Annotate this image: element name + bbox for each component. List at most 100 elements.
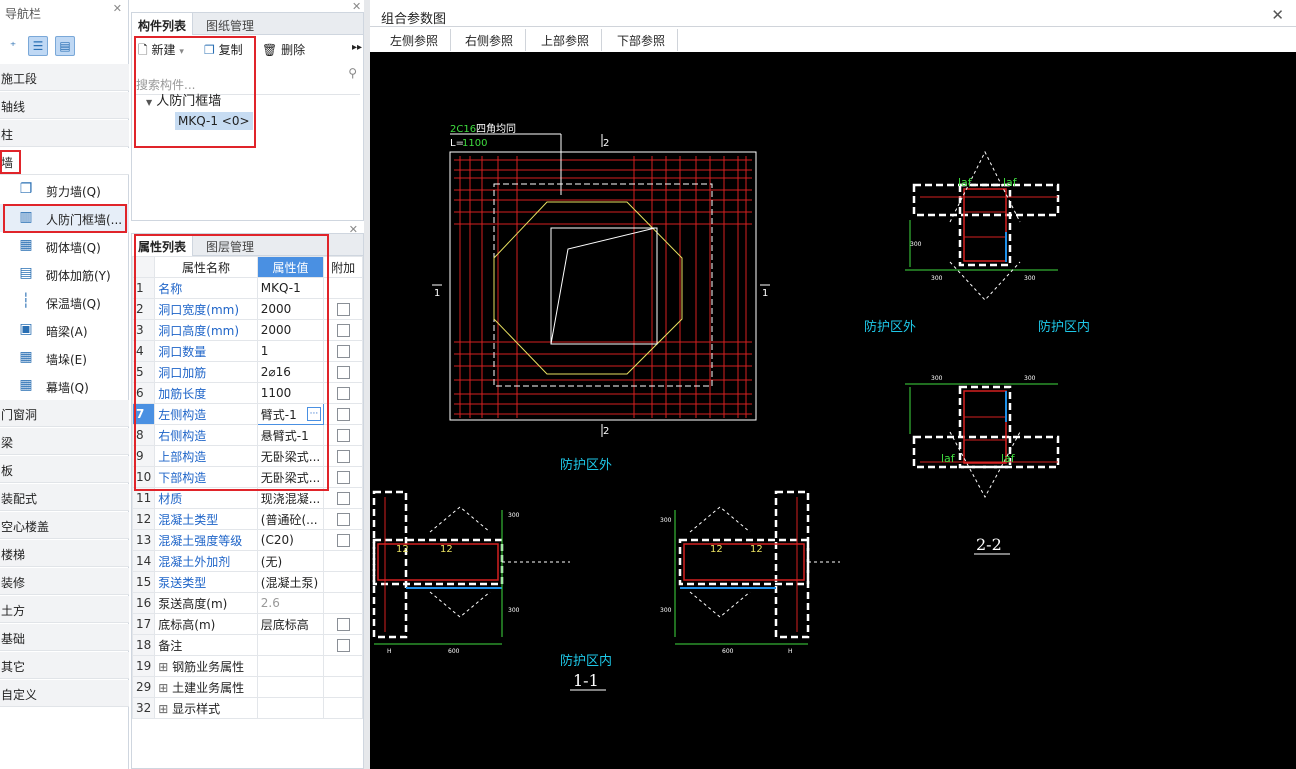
search-icon[interactable]: ⚲ [348, 66, 357, 80]
dim-300-g: 300 [508, 607, 520, 614]
nav-category-14[interactable]: 自定义 [0, 680, 129, 707]
property-row[interactable]: 29 ⊞ 土建业务属性 [131, 676, 363, 698]
close-icon[interactable]: ✕ [113, 2, 122, 15]
property-value[interactable] [256, 676, 325, 698]
nav-category-4[interactable]: 门窗洞 [0, 400, 129, 427]
nav-category-1[interactable]: 轴线 [0, 92, 129, 119]
close-icon[interactable]: ✕ [349, 223, 358, 236]
bottom-reference-button[interactable]: 下部参照 [605, 29, 679, 51]
property-row[interactable]: 18 备注 [131, 634, 363, 656]
extra-checkbox[interactable] [336, 450, 350, 463]
dim-300-i: 300 [660, 607, 672, 614]
extra-checkbox[interactable] [336, 366, 350, 379]
rebar-code-b: 12 [440, 544, 453, 555]
extra-checkbox[interactable] [336, 324, 350, 337]
property-value[interactable] [256, 634, 325, 656]
nav-category-2[interactable]: 柱 [0, 120, 129, 147]
cad-canvas[interactable]: 2C16 四角均同 L= 1100 2 2 1 1 防护区外 300 300 3… [370, 52, 1296, 769]
property-value[interactable]: 层底标高 [256, 613, 325, 635]
dim-300-a: 300 [910, 241, 922, 248]
extra-checkbox[interactable] [336, 471, 350, 484]
property-extra [323, 655, 363, 677]
masonry-wall-icon: ▦ [19, 237, 33, 253]
nav-category-12[interactable]: 基础 [0, 624, 129, 651]
property-value[interactable]: 2.6 [256, 592, 325, 614]
nav-wall-item-5[interactable]: ▣ 暗梁(A) [0, 316, 129, 344]
property-row[interactable]: 17 底标高(m) 层底标高 [131, 613, 363, 635]
extra-checkbox[interactable] [336, 345, 350, 358]
property-name-text: 土建业务属性 [172, 680, 245, 695]
nav-category-9[interactable]: 楼梯 [0, 540, 129, 567]
nav-category-5[interactable]: 梁 [0, 428, 129, 455]
nav-category-7[interactable]: 装配式 [0, 484, 129, 511]
property-row[interactable]: 14 混凝土外加剂 (无) [131, 550, 363, 572]
nav-wall-item-2[interactable]: ▦ 砌体墙(Q) [0, 232, 129, 260]
property-row[interactable]: 32 ⊞ 显示样式 [131, 697, 363, 719]
extra-checkbox[interactable] [336, 618, 350, 631]
tab-component-list[interactable]: 构件列表 [132, 13, 194, 35]
extra-checkbox[interactable] [336, 408, 350, 421]
tab-drawing-management[interactable]: 图纸管理 [200, 13, 260, 35]
extra-checkbox[interactable] [336, 492, 350, 505]
left-reference-button[interactable]: 左侧参照 [378, 29, 452, 51]
pin-icon[interactable]: ⁺ [3, 36, 23, 56]
rebar-note-2: 四角均同 [476, 123, 516, 135]
expand-icon[interactable]: ⊞ [158, 681, 172, 695]
extra-checkbox[interactable] [336, 534, 350, 547]
right-reference-button[interactable]: 右侧参照 [453, 29, 527, 51]
property-row[interactable]: 13 混凝土强度等级 (C20) [131, 529, 363, 551]
nav-wall-item-0[interactable]: ❐ 剪力墙(Q) [0, 176, 129, 204]
property-extra [323, 361, 363, 383]
highlight-door-frame-wall [3, 204, 127, 233]
detail-view-icon[interactable]: ▤ [55, 36, 75, 56]
nav-category-6[interactable]: 板 [0, 456, 129, 483]
property-value[interactable] [256, 655, 325, 677]
nav-wall-item-3[interactable]: ▤ 砌体加筋(Y) [0, 260, 129, 288]
dim-300-c: 300 [1024, 275, 1036, 282]
property-value[interactable]: (C20) [256, 529, 325, 551]
nav-category-13[interactable]: 其它 [0, 652, 129, 679]
extra-checkbox[interactable] [336, 429, 350, 442]
property-value[interactable] [256, 697, 325, 719]
expand-icon[interactable]: ⊞ [158, 660, 172, 674]
trash-icon: 🗑 [262, 43, 278, 57]
close-icon[interactable]: ✕ [1271, 6, 1284, 24]
nav-wall-item-label: 暗梁(A) [46, 325, 88, 339]
property-value[interactable]: (混凝土泵) [256, 571, 325, 593]
highlight-component-list [134, 36, 256, 148]
property-row[interactable]: 15 泵送类型 (混凝土泵) [131, 571, 363, 593]
delete-button[interactable]: 🗑 删除 [262, 41, 305, 58]
property-extra [323, 298, 363, 320]
extra-checkbox[interactable] [336, 639, 350, 652]
shear-wall-icon: ❐ [19, 181, 33, 197]
laf-label-c: laf [941, 452, 956, 465]
property-name: 混凝土类型 [154, 508, 258, 530]
more-icon[interactable]: ▸▸ [352, 42, 362, 53]
property-name: 混凝土强度等级 [154, 529, 258, 551]
property-value[interactable]: (普通砼(... [256, 508, 325, 530]
nav-category-0[interactable]: 施工段 [0, 64, 129, 91]
property-row[interactable]: 12 混凝土类型 (普通砼(... [131, 508, 363, 530]
property-row[interactable]: 16 泵送高度(m) 2.6 [131, 592, 363, 614]
extra-checkbox[interactable] [336, 387, 350, 400]
nav-wall-item-7[interactable]: ▦ 幕墙(Q) [0, 372, 129, 400]
rebar-note: 2C16 [450, 124, 476, 135]
row-number: 12 [131, 508, 156, 530]
property-value-text: 层底标高 [260, 617, 309, 632]
property-row[interactable]: 19 ⊞ 钢筋业务属性 [131, 655, 363, 677]
top-reference-button[interactable]: 上部参照 [529, 29, 603, 51]
list-view-icon[interactable]: ☰ [28, 36, 48, 56]
expand-icon[interactable]: ⊞ [158, 702, 172, 716]
nav-category-10[interactable]: 装修 [0, 568, 129, 595]
nav-wall-item-4[interactable]: ┆ 保温墙(Q) [0, 288, 129, 316]
row-number: 13 [131, 529, 156, 551]
extra-checkbox[interactable] [336, 513, 350, 526]
nav-category-8[interactable]: 空心楼盖 [0, 512, 129, 539]
extra-checkbox[interactable] [336, 303, 350, 316]
row-number: 17 [131, 613, 156, 635]
nav-wall-item-label: 墙垛(E) [46, 353, 87, 367]
property-value[interactable]: (无) [256, 550, 325, 572]
nav-category-11[interactable]: 土方 [0, 596, 129, 623]
nav-wall-item-6[interactable]: ▦ 墙垛(E) [0, 344, 129, 372]
property-name-text: 底标高(m) [158, 617, 216, 632]
